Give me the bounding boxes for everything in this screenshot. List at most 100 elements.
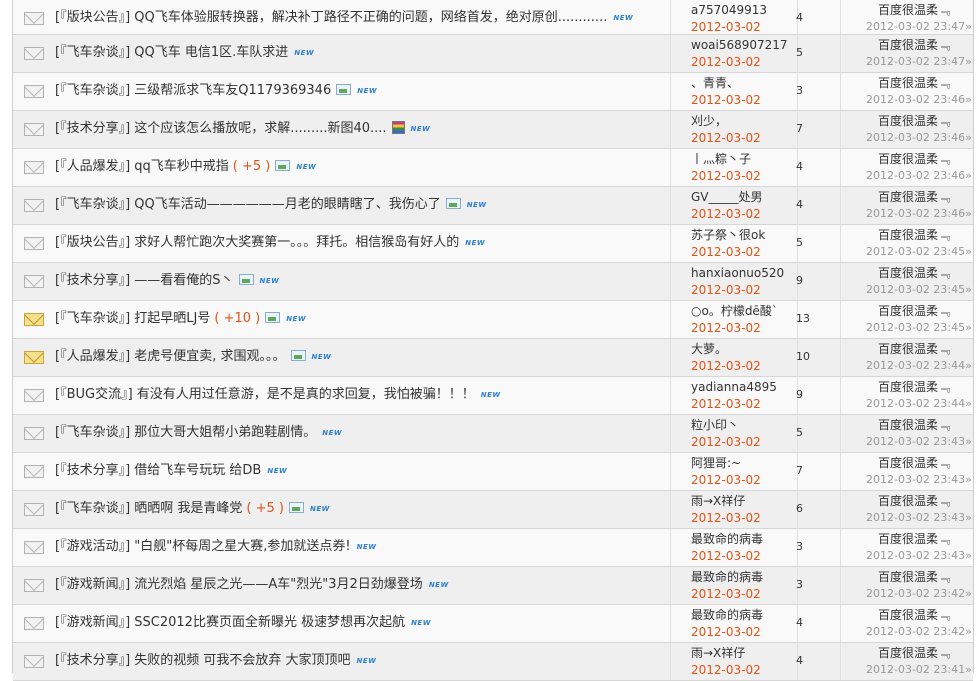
table-row: [『游戏新闻』] SSC2012比赛页面全新曝光 极速梦想再次起航 NEW 最致命的… <box>13 605 973 643</box>
thread-title-link[interactable]: [『飞车杂谈』] QQ飞车活动——————月老的眼睛瞎了、我伤心了 <box>55 197 441 212</box>
reply-count: 3 <box>796 540 803 553</box>
last-post-time[interactable]: 2012-03-02 23:46» <box>866 130 972 146</box>
thread-title-link[interactable]: [『游戏新闻』] 流光烈焰 星辰之光——A车"烈光"3月2日劲爆登场 <box>55 577 423 592</box>
author-name[interactable]: ○o。柠檬dē酸` <box>691 303 778 319</box>
thread-title-link[interactable]: [『游戏新闻』] SSC2012比赛页面全新曝光 极速梦想再次起航 <box>55 615 405 630</box>
last-poster[interactable]: 百度很温柔﹃ <box>878 265 950 281</box>
last-poster[interactable]: 百度很温柔﹃ <box>878 455 950 471</box>
thread-title-link[interactable]: [『飞车杂谈』] 三级帮派求飞车友Q1179369346 <box>55 83 331 98</box>
author-name[interactable]: 雨→X祥仔 <box>691 493 745 509</box>
column-divider <box>840 0 841 34</box>
thread-title-link[interactable]: [『人品爆发』] 老虎号便宜卖, 求围观。。。 <box>55 349 286 364</box>
thread-title-cell: [『游戏新闻』] SSC2012比赛页面全新曝光 极速梦想再次起航 NEW <box>55 605 431 642</box>
author-name[interactable]: hanxiaonuo520 <box>691 265 784 281</box>
last-post-time[interactable]: 2012-03-02 23:43» <box>866 472 972 488</box>
new-badge: NEW <box>480 391 501 399</box>
last-post-time[interactable]: 2012-03-02 23:47» <box>866 54 972 70</box>
last-post-time[interactable]: 2012-03-02 23:46» <box>866 92 972 108</box>
last-poster[interactable]: 百度很温柔﹃ <box>878 37 950 53</box>
last-post-time[interactable]: 2012-03-02 23:46» <box>866 206 972 222</box>
envelope-icon <box>24 161 44 174</box>
author-name[interactable]: a757049913 <box>691 2 767 18</box>
author-name[interactable]: 最致命的病毒 <box>691 569 763 585</box>
last-poster[interactable]: 百度很温柔﹃ <box>878 2 950 18</box>
last-poster[interactable]: 百度很温柔﹃ <box>878 493 950 509</box>
last-post-time[interactable]: 2012-03-02 23:43» <box>866 434 972 450</box>
reply-count: 6 <box>796 502 803 515</box>
thread-title-link[interactable]: [『BUG交流』] 有没有人用过任意游，是不是真的求回复，我怕被骗！！！ <box>55 387 475 402</box>
reply-count: 9 <box>796 274 803 287</box>
thread-title-link[interactable]: [『技术分享』] 借给飞车号玩玩 给DB <box>55 463 261 478</box>
author-name[interactable]: GV_____处男 <box>691 189 763 205</box>
author-name[interactable]: yadianna4895 <box>691 379 777 395</box>
thread-title-link[interactable]: [『飞车杂谈』] 打起早晒LJ号 <box>55 311 210 326</box>
last-post-time[interactable]: 2012-03-02 23:41» <box>866 662 972 678</box>
author-name[interactable]: 苏子祭丶很ok <box>691 227 765 243</box>
last-post-time[interactable]: 2012-03-02 23:47» <box>866 19 972 35</box>
thread-title-cell: [『飞车杂谈』] QQ飞车 电信1区.车队求进 NEW <box>55 35 314 72</box>
thread-title-link[interactable]: [『飞车杂谈』] 晒晒啊 我是青峰党 <box>55 501 242 516</box>
last-post-time[interactable]: 2012-03-02 23:43» <box>866 510 972 526</box>
author-name[interactable]: 粒小印丶 <box>691 417 739 433</box>
author-name[interactable]: 雨→X祥仔 <box>691 645 745 661</box>
last-poster[interactable]: 百度很温柔﹃ <box>878 227 950 243</box>
last-poster[interactable]: 百度很温柔﹃ <box>878 113 950 129</box>
thread-title-link[interactable]: [『技术分享』] ——看看俺的S丶 <box>55 273 234 288</box>
table-row: [『版块公告』] 求好人帮忙跑次大奖赛第一。。。拜托。相信猴岛有好人的 NEW 苏子… <box>13 225 973 263</box>
last-poster[interactable]: 百度很温柔﹃ <box>878 531 950 547</box>
thread-title-link[interactable]: [『飞车杂谈』] 那位大哥大姐帮小弟跑鞋剧情。 <box>55 425 316 440</box>
last-post-time[interactable]: 2012-03-02 23:44» <box>866 358 972 374</box>
author-name[interactable]: 最致命的病毒 <box>691 531 763 547</box>
last-post-time[interactable]: 2012-03-02 23:45» <box>866 244 972 260</box>
table-row: [『人品爆发』] qq飞车秒中戒指( +5 ) NEW 丨灬粽丶子 2012-03-0… <box>13 149 973 187</box>
column-divider <box>670 491 671 528</box>
last-poster[interactable]: 百度很温柔﹃ <box>878 645 950 661</box>
envelope-icon <box>24 655 44 668</box>
last-post-time[interactable]: 2012-03-02 23:45» <box>866 282 972 298</box>
last-poster[interactable]: 百度很温柔﹃ <box>878 303 950 319</box>
author-name[interactable]: 丨灬粽丶子 <box>691 151 751 167</box>
last-post-time[interactable]: 2012-03-02 23:44» <box>866 396 972 412</box>
reply-count: 4 <box>796 11 803 24</box>
author-name[interactable]: woai568907217 <box>691 37 788 53</box>
last-poster[interactable]: 百度很温柔﹃ <box>878 417 950 433</box>
last-post-time[interactable]: 2012-03-02 23:42» <box>866 586 972 602</box>
column-divider <box>670 111 671 148</box>
last-poster[interactable]: 百度很温柔﹃ <box>878 75 950 91</box>
thread-title-link[interactable]: [『技术分享』] 失败的视频 可我不会放弃 大家顶顶吧 <box>55 653 351 668</box>
last-poster[interactable]: 百度很温柔﹃ <box>878 151 950 167</box>
column-divider <box>840 415 841 452</box>
envelope-icon <box>24 427 44 440</box>
reply-count: 7 <box>796 464 803 477</box>
thread-title-cell: [『人品爆发』] qq飞车秒中戒指( +5 ) NEW <box>55 149 316 186</box>
thread-title-link[interactable]: [『飞车杂谈』] QQ飞车 电信1区.车队求进 <box>55 45 288 60</box>
last-poster[interactable]: 百度很温柔﹃ <box>878 569 950 585</box>
reply-count: 4 <box>796 160 803 173</box>
envelope-icon <box>24 12 44 25</box>
last-poster[interactable]: 百度很温柔﹃ <box>878 341 950 357</box>
last-post-time[interactable]: 2012-03-02 23:46» <box>866 168 972 184</box>
last-poster[interactable]: 百度很温柔﹃ <box>878 189 950 205</box>
envelope-icon <box>24 503 44 516</box>
author-name[interactable]: 、青青、 <box>691 75 739 91</box>
thread-title-link[interactable]: [『版块公告』] QQ飞车体验服转换器，解决补丁路径不正确的问题，网络首发，绝对… <box>55 10 607 25</box>
last-post-time[interactable]: 2012-03-02 23:43» <box>866 548 972 564</box>
author-name[interactable]: 刈少， <box>691 113 727 129</box>
thread-title-link[interactable]: [『技术分享』] 这个应该怎么播放呢，求解.........新图40.... <box>55 121 387 136</box>
thread-title-link[interactable]: [『游戏活动』] "白舰"杯每周之星大赛,参加就送点券! <box>55 539 351 554</box>
reply-count: 5 <box>796 236 803 249</box>
post-date: 2012-03-02 <box>691 587 761 601</box>
column-divider <box>840 339 841 376</box>
new-badge: NEW <box>259 277 280 285</box>
column-divider <box>840 453 841 490</box>
reply-count: 4 <box>796 654 803 667</box>
thread-title-link[interactable]: [『版块公告』] 求好人帮忙跑次大奖赛第一。。。拜托。相信猴岛有好人的 <box>55 235 459 250</box>
last-post-time[interactable]: 2012-03-02 23:45» <box>866 320 972 336</box>
last-post-time[interactable]: 2012-03-02 23:42» <box>866 624 972 640</box>
thread-title-link[interactable]: [『人品爆发』] qq飞车秒中戒指 <box>55 159 229 174</box>
author-name[interactable]: 阿狸哥:~ <box>691 455 741 471</box>
last-poster[interactable]: 百度很温柔﹃ <box>878 379 950 395</box>
author-name[interactable]: 大萝。 <box>691 341 727 357</box>
last-poster[interactable]: 百度很温柔﹃ <box>878 607 950 623</box>
author-name[interactable]: 最致命的病毒 <box>691 607 763 623</box>
